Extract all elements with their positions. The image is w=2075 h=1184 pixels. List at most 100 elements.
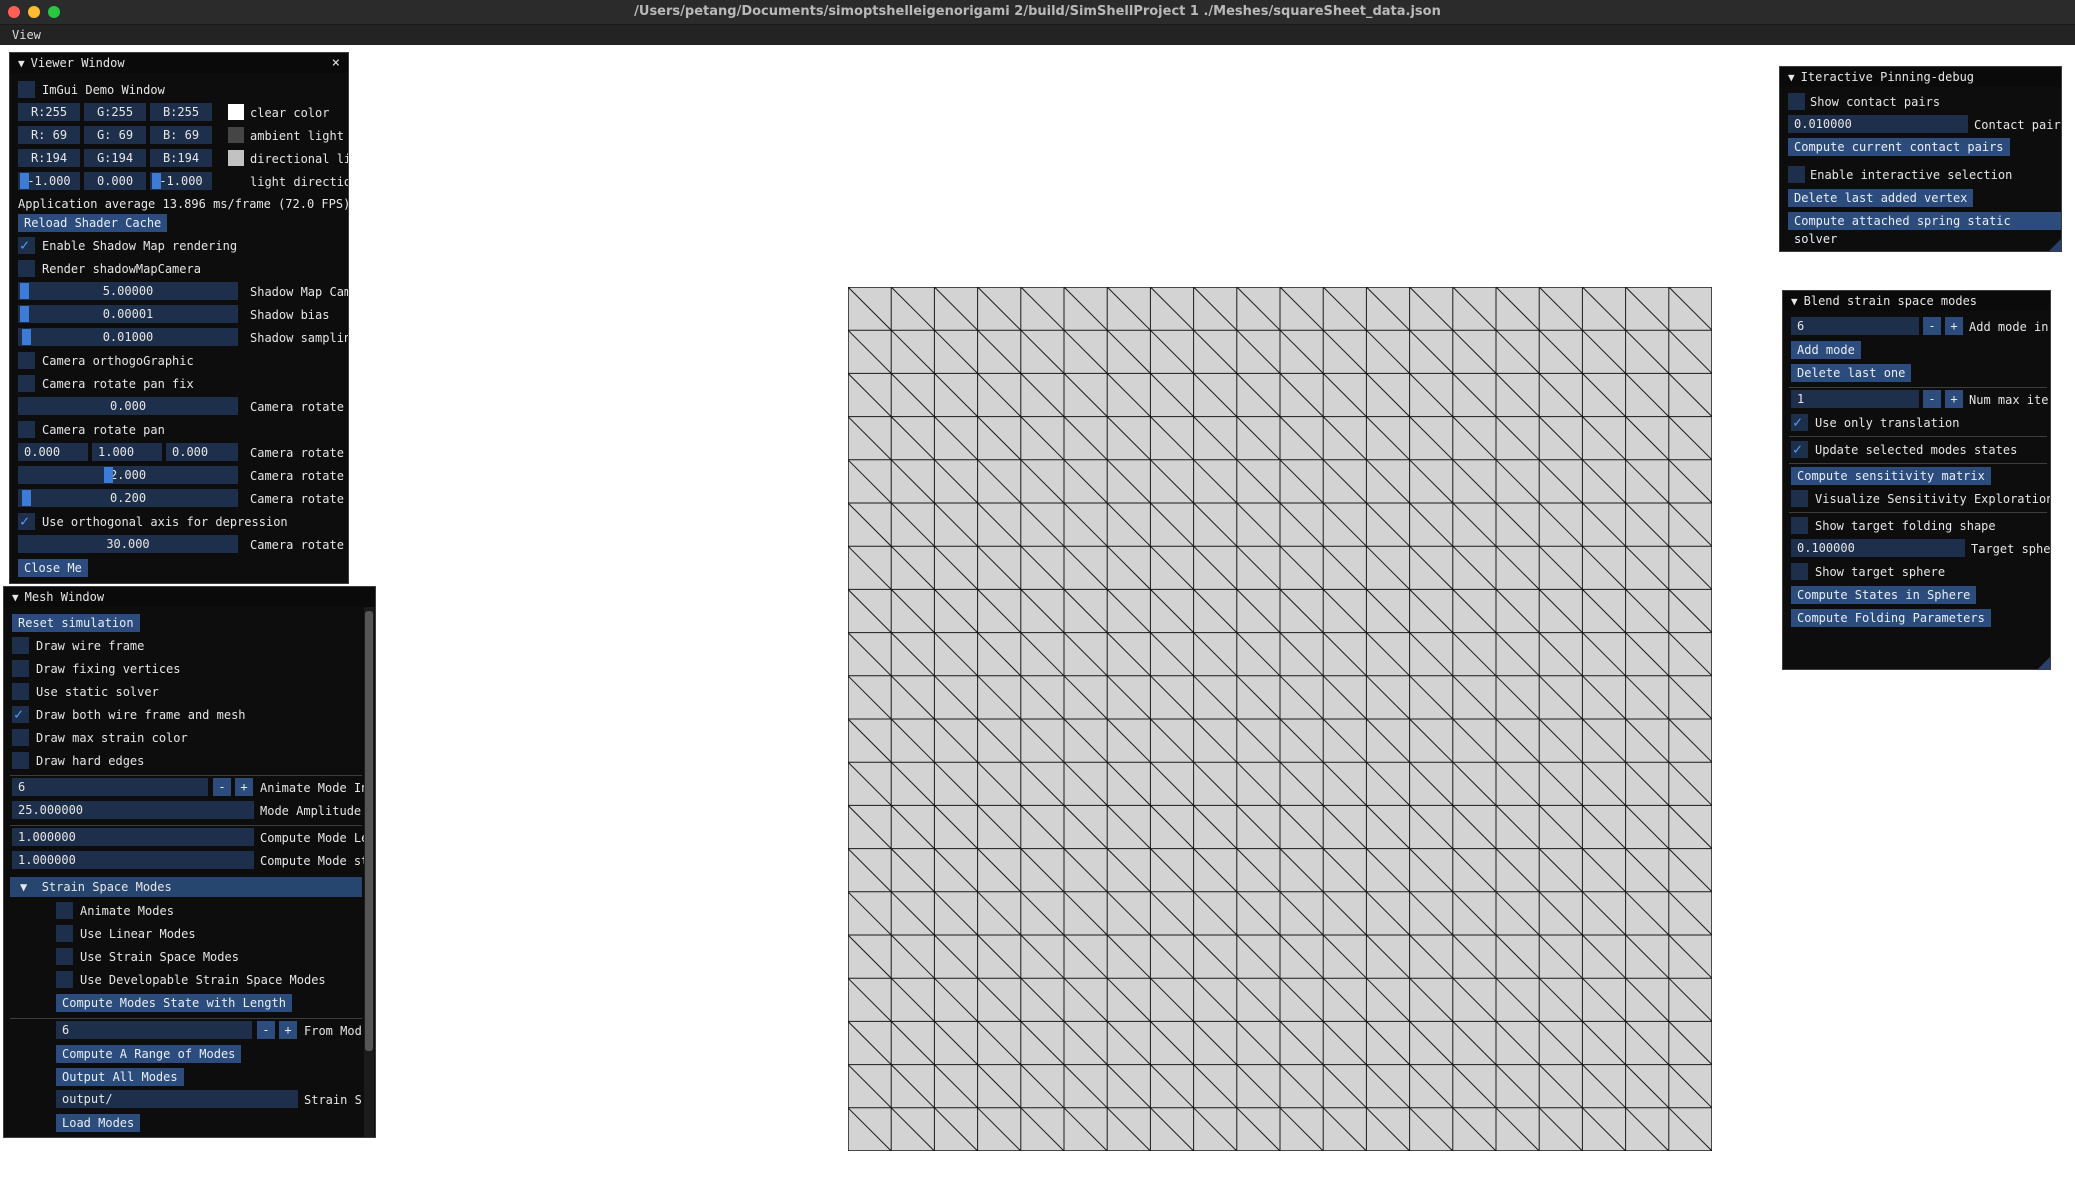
enable-shadow-checkbox[interactable] bbox=[18, 235, 35, 255]
use-linear-modes-checkbox[interactable] bbox=[56, 925, 73, 942]
update-selected-checkbox[interactable] bbox=[1791, 439, 1808, 459]
draw-max-strain-toggle[interactable]: Draw max strain color bbox=[12, 728, 352, 748]
compute-modes-state-button[interactable]: Compute Modes State with Length bbox=[56, 994, 292, 1012]
add-mode-index-plus[interactable]: + bbox=[1945, 317, 1963, 335]
camera-rotate-p1-field[interactable]: 0.000 bbox=[18, 397, 238, 415]
draw-fixing-vertices-toggle[interactable]: Draw fixing vertices bbox=[12, 659, 352, 679]
light-direction-y[interactable]: 0.000 bbox=[84, 172, 146, 190]
use-strain-space-modes-toggle[interactable]: Use Strain Space Modes bbox=[56, 947, 356, 967]
mode-amplitude-field[interactable]: 25.000000 bbox=[12, 801, 254, 819]
use-only-translation-checkbox[interactable] bbox=[1791, 412, 1808, 432]
directional-light-g[interactable]: G:194 bbox=[84, 149, 146, 167]
ambient-light-b[interactable]: B: 69 bbox=[150, 126, 212, 144]
enable-selection-toggle[interactable]: Enable interactive selection bbox=[1788, 165, 2058, 185]
delete-vertex-button[interactable]: Delete last added vertex bbox=[1788, 189, 1974, 207]
render-shadow-camera-toggle[interactable]: Render shadowMapCamera bbox=[18, 259, 338, 279]
add-mode-index-minus[interactable]: - bbox=[1923, 317, 1941, 335]
resize-grip[interactable] bbox=[2049, 239, 2061, 251]
directional-light-swatch[interactable] bbox=[228, 150, 244, 166]
light-direction-z[interactable]: -1.000 bbox=[150, 172, 212, 190]
target-sphere-field[interactable]: 0.100000 bbox=[1791, 539, 1965, 557]
visualize-sensitivity-checkbox[interactable] bbox=[1791, 490, 1808, 507]
show-target-folding-checkbox[interactable] bbox=[1791, 517, 1808, 534]
add-mode-button[interactable]: Add mode bbox=[1791, 341, 1861, 359]
slider-grab[interactable] bbox=[20, 283, 29, 299]
collapse-triangle-icon[interactable]: ▼ bbox=[1788, 68, 1795, 88]
compute-mode-le-field[interactable]: 1.000000 bbox=[12, 828, 254, 846]
contact-pair-field[interactable]: 0.010000 bbox=[1788, 115, 1968, 133]
camera-rotate-p5-field[interactable]: 30.000 bbox=[18, 535, 238, 553]
blend-window-titlebar[interactable]: ▼ Blend strain space modes bbox=[1783, 291, 2050, 311]
clear-color-g[interactable]: G:255 bbox=[84, 103, 146, 121]
collapse-triangle-icon[interactable]: ▼ bbox=[1791, 292, 1798, 312]
directional-light-b[interactable]: B:194 bbox=[150, 149, 212, 167]
viewer-window-titlebar[interactable]: ▼ Viewer Window × bbox=[10, 53, 348, 73]
use-developable-checkbox[interactable] bbox=[56, 971, 73, 988]
compute-sensitivity-button[interactable]: Compute sensitivity matrix bbox=[1791, 467, 1991, 485]
animate-mode-plus[interactable]: + bbox=[235, 778, 253, 796]
slider-grab[interactable] bbox=[104, 467, 113, 483]
compute-contact-button[interactable]: Compute current contact pairs bbox=[1788, 138, 2010, 156]
show-contact-pairs-checkbox[interactable] bbox=[1788, 93, 1805, 110]
camera-rotate-p3-field[interactable]: 2.000 bbox=[18, 466, 238, 484]
show-target-sphere-checkbox[interactable] bbox=[1791, 563, 1808, 580]
pinning-window-titlebar[interactable]: ▼ Iteractive Pinning-debug bbox=[1780, 67, 2061, 87]
animate-modes-toggle[interactable]: Animate Modes bbox=[56, 901, 356, 921]
camera-rotate-pan-toggle[interactable]: Camera rotate pan bbox=[18, 420, 338, 440]
resize-grip[interactable] bbox=[2038, 657, 2050, 669]
enable-shadow-toggle[interactable]: Enable Shadow Map rendering bbox=[18, 235, 338, 256]
close-icon[interactable]: × bbox=[332, 53, 340, 73]
camera-rotate-pan-fix-checkbox[interactable] bbox=[18, 375, 35, 392]
scrollbar-thumb[interactable] bbox=[365, 611, 373, 1051]
from-mode-plus[interactable]: + bbox=[279, 1021, 297, 1039]
output-path-field[interactable]: output/ bbox=[56, 1090, 298, 1108]
close-me-button[interactable]: Close Me bbox=[18, 559, 88, 577]
use-only-translation-toggle[interactable]: Use only translation bbox=[1791, 412, 2050, 433]
camera-rotate-p2-x[interactable]: 0.000 bbox=[18, 443, 88, 461]
draw-hard-edges-checkbox[interactable] bbox=[12, 752, 29, 769]
shadow-sampling-field[interactable]: 0.01000 bbox=[18, 328, 238, 346]
shadow-map-camera-field[interactable]: 5.00000 bbox=[18, 282, 238, 300]
draw-hard-edges-toggle[interactable]: Draw hard edges bbox=[12, 751, 352, 771]
slider-grab[interactable] bbox=[22, 329, 31, 345]
ambient-light-swatch[interactable] bbox=[228, 127, 244, 143]
use-strain-space-modes-checkbox[interactable] bbox=[56, 948, 73, 965]
draw-fixing-vertices-checkbox[interactable] bbox=[12, 660, 29, 677]
ambient-light-r[interactable]: R: 69 bbox=[18, 126, 80, 144]
slider-grab[interactable] bbox=[20, 306, 29, 322]
use-orthogonal-toggle[interactable]: Use orthogonal axis for depression bbox=[18, 511, 338, 532]
update-selected-toggle[interactable]: Update selected modes states bbox=[1791, 439, 2050, 460]
reset-simulation-button[interactable]: Reset simulation bbox=[12, 614, 140, 632]
from-mode-field[interactable]: 6 bbox=[56, 1021, 252, 1039]
show-target-sphere-toggle[interactable]: Show target sphere bbox=[1791, 562, 2050, 582]
num-max-iter-field[interactable]: 1 bbox=[1791, 390, 1919, 408]
render-shadow-camera-checkbox[interactable] bbox=[18, 260, 35, 277]
clear-color-swatch[interactable] bbox=[228, 104, 244, 120]
shadow-bias-field[interactable]: 0.00001 bbox=[18, 305, 238, 323]
compute-spring-button[interactable]: Compute attached spring static solver bbox=[1788, 212, 2061, 246]
use-linear-modes-toggle[interactable]: Use Linear Modes bbox=[56, 924, 356, 944]
camera-rotate-p2-y[interactable]: 1.000 bbox=[92, 443, 162, 461]
visualize-sensitivity-toggle[interactable]: Visualize Sensitivity Exploration bbox=[1791, 489, 2050, 509]
num-max-iter-minus[interactable]: - bbox=[1923, 390, 1941, 408]
use-static-solver-toggle[interactable]: Use static solver bbox=[12, 682, 352, 702]
camera-ortho-checkbox[interactable] bbox=[18, 352, 35, 369]
animate-modes-checkbox[interactable] bbox=[56, 902, 73, 919]
compute-mode-st-field[interactable]: 1.000000 bbox=[12, 851, 254, 869]
slider-grab[interactable] bbox=[152, 173, 161, 189]
compute-states-sphere-button[interactable]: Compute States in Sphere bbox=[1791, 586, 1977, 604]
draw-both-toggle[interactable]: Draw both wire frame and mesh bbox=[12, 704, 352, 725]
camera-ortho-toggle[interactable]: Camera orthogoGraphic bbox=[18, 351, 338, 371]
use-static-solver-checkbox[interactable] bbox=[12, 683, 29, 700]
directional-light-r[interactable]: R:194 bbox=[18, 149, 80, 167]
delete-last-button[interactable]: Delete last one bbox=[1791, 364, 1912, 382]
collapse-triangle-icon[interactable]: ▼ bbox=[12, 588, 19, 608]
camera-rotate-pan-fix-toggle[interactable]: Camera rotate pan fix bbox=[18, 374, 338, 394]
compute-folding-button[interactable]: Compute Folding Parameters bbox=[1791, 609, 1991, 627]
mesh-window-scrollbar[interactable] bbox=[364, 607, 374, 1137]
reload-shader-button[interactable]: Reload Shader Cache bbox=[18, 214, 168, 232]
camera-rotate-pan-checkbox[interactable] bbox=[18, 421, 35, 438]
slider-grab[interactable] bbox=[20, 173, 29, 189]
demo-window-checkbox[interactable] bbox=[18, 81, 35, 98]
clear-color-r[interactable]: R:255 bbox=[18, 103, 80, 121]
